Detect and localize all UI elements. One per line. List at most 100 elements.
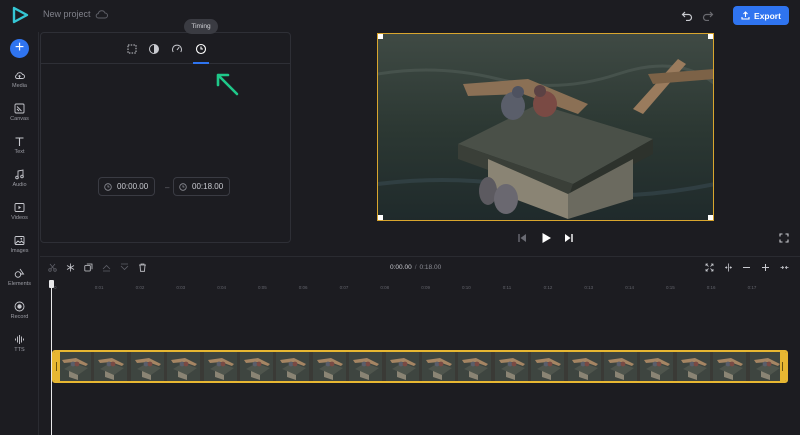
- image-icon: [14, 236, 25, 245]
- resize-handle[interactable]: [708, 215, 713, 220]
- ruler-tick-label: 0: [54, 285, 57, 290]
- sidebar-item-elements[interactable]: Elements: [0, 268, 39, 298]
- ruler-tick-label: 0:08: [380, 285, 390, 290]
- waveform-icon: [15, 335, 24, 344]
- text-icon: [15, 137, 24, 146]
- sidebar-item-record[interactable]: Record: [0, 301, 39, 331]
- collapse-icon[interactable]: [780, 263, 789, 272]
- project-name[interactable]: New project: [43, 9, 91, 19]
- play-icon[interactable]: [540, 232, 552, 244]
- undo-icon[interactable]: [681, 9, 693, 21]
- sidebar-item-audio[interactable]: Audio: [0, 169, 39, 199]
- speedometer-icon: [172, 44, 182, 53]
- panel-tabs: [41, 33, 290, 64]
- tab-speed[interactable]: [171, 42, 183, 54]
- active-tab-indicator: [193, 62, 209, 64]
- time-range-dash: –: [165, 183, 170, 192]
- app-logo[interactable]: [11, 6, 29, 24]
- clip-thumbnail: [58, 352, 91, 381]
- clip-thumbnail: [676, 352, 710, 381]
- sidebar-item-images[interactable]: Images: [0, 235, 39, 265]
- freeze-snowflake-icon[interactable]: [66, 263, 75, 272]
- upload-icon: [741, 11, 750, 20]
- ruler-tick-label: 0:05: [258, 285, 267, 290]
- cloud-icon: [95, 10, 108, 19]
- ruler-tick-label: 0:07: [339, 285, 349, 290]
- resize-handle[interactable]: [708, 34, 713, 39]
- sidebar-item-videos[interactable]: Videos: [0, 202, 39, 232]
- zoom-in-icon[interactable]: [761, 263, 770, 272]
- sidebar-item-label: Audio: [12, 182, 27, 188]
- ruler-tick-label: 0:10: [462, 285, 471, 290]
- sidebar-item-media[interactable]: Media: [0, 70, 39, 100]
- video-preview[interactable]: [377, 33, 714, 221]
- skip-back-icon[interactable]: [516, 232, 528, 244]
- music-note-icon: [15, 169, 24, 180]
- export-button[interactable]: Export: [733, 6, 789, 25]
- contrast-icon: [149, 44, 159, 54]
- ruler-tick-label: 0:09: [421, 285, 430, 290]
- playhead-handle[interactable]: [49, 280, 54, 288]
- video-clip[interactable]: [52, 350, 788, 383]
- redo-icon[interactable]: [702, 9, 714, 21]
- arrow-annotation-icon: [216, 73, 239, 96]
- tab-adjust[interactable]: [148, 42, 160, 54]
- clip-trim-handle-right[interactable]: [780, 352, 786, 381]
- playhead-line[interactable]: [51, 281, 52, 435]
- end-time-field[interactable]: 00:18.00: [173, 177, 231, 196]
- clip-thumbnail: [749, 352, 783, 381]
- sidebar-item-label: Media: [12, 83, 27, 89]
- tab-crop[interactable]: [126, 42, 138, 54]
- fullscreen-icon[interactable]: [779, 233, 789, 243]
- clock-icon: [179, 182, 187, 191]
- total-duration: 0:18.00: [419, 264, 442, 271]
- ruler-tick-label: 0:16: [706, 285, 716, 290]
- ruler-tick-label: 0:12: [543, 285, 553, 290]
- zoom-out-icon[interactable]: [742, 263, 751, 272]
- clip-thumbnail: [167, 352, 201, 381]
- resize-handle[interactable]: [378, 34, 383, 39]
- clock-icon: [195, 43, 207, 55]
- sidebar-item-text[interactable]: Text: [0, 136, 39, 166]
- add-button[interactable]: +: [10, 39, 29, 58]
- clip-thumbnail: [349, 352, 383, 381]
- fit-to-screen-icon[interactable]: [705, 263, 714, 272]
- sidebar-item-label: Record: [10, 314, 29, 320]
- shapes-icon: [14, 268, 25, 278]
- clip-thumbnail: [94, 352, 128, 381]
- delete-trash-icon[interactable]: [138, 263, 147, 272]
- move-down-icon[interactable]: [120, 263, 129, 272]
- ruler-tick-label: 0:13: [584, 285, 594, 290]
- clip-thumbnail: [385, 352, 419, 381]
- clip-trim-handle-left[interactable]: [54, 352, 60, 381]
- duplicate-icon[interactable]: [84, 263, 93, 272]
- cloud-upload-icon: [15, 72, 25, 79]
- timeline-ruler[interactable]: 0 0:01 0:02 0:03 0:04 0:05 0:06 0:07 0:08 0:09 0:1…: [40, 281, 800, 295]
- timing-tooltip: Timing: [184, 19, 218, 34]
- clock-icon: [104, 182, 112, 191]
- clip-thumbnail: [240, 352, 273, 381]
- sidebar-item-label: Videos: [11, 215, 28, 221]
- move-up-icon[interactable]: [102, 263, 111, 272]
- start-time-field[interactable]: 00:00.00: [98, 177, 156, 196]
- tab-timing[interactable]: [195, 42, 207, 55]
- ruler-tick-label: 0:15: [666, 285, 675, 290]
- ruler-tick-label: 0:01: [94, 285, 104, 290]
- top-bar: New project Export: [0, 0, 800, 32]
- sidebar-item-tts[interactable]: TTS: [0, 334, 39, 364]
- sidebar-item-canvas[interactable]: Canvas: [0, 103, 39, 133]
- split-view-icon[interactable]: [724, 263, 733, 272]
- clip-thumbnail: [458, 352, 492, 381]
- sidebar-item-label: Elements: [8, 281, 31, 287]
- skip-forward-icon[interactable]: [563, 232, 575, 244]
- ruler-tick-label: 0:03: [176, 285, 186, 290]
- sidebar-item-label: TTS: [14, 347, 25, 353]
- ruler-tick-label: 0:02: [135, 285, 145, 290]
- ruler-tick-label: 0:06: [298, 285, 308, 290]
- preview-frame-image: [378, 34, 713, 220]
- sidebar-item-label: Canvas: [10, 116, 29, 122]
- split-scissors-icon[interactable]: [48, 263, 57, 272]
- resize-handle[interactable]: [378, 215, 383, 220]
- clip-thumbnail: [604, 352, 637, 381]
- export-label: Export: [754, 10, 781, 21]
